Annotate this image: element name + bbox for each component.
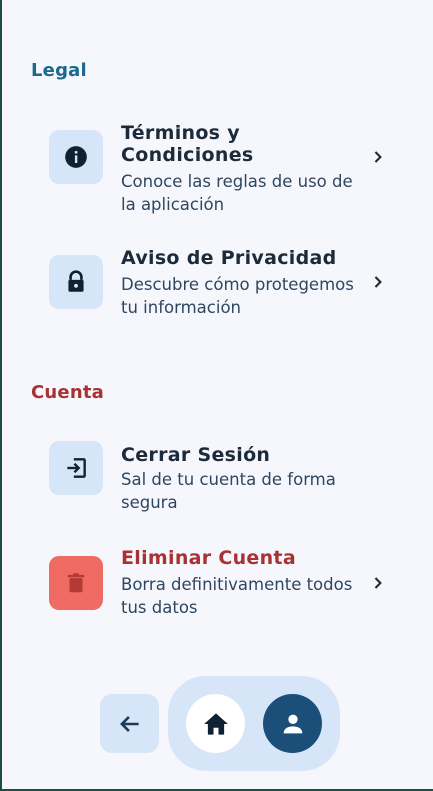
back-button[interactable] (100, 694, 159, 753)
menu-item-title: Términos y Condiciones (121, 122, 254, 166)
home-button[interactable] (186, 694, 245, 753)
menu-item-description: Sal de tu cuenta de forma segura (121, 470, 336, 512)
bottom-nav (168, 676, 340, 771)
arrow-left-icon (119, 715, 139, 732)
lock-icon (49, 255, 103, 309)
section-title-account: Cuenta (31, 382, 104, 403)
menu-item-delete-account[interactable]: Eliminar Cuenta Borra definitivamente to… (49, 547, 399, 619)
menu-item-title: Cerrar Sesión (121, 444, 271, 466)
menu-item-description: Conoce las reglas de uso de la aplicació… (121, 172, 353, 214)
settings-screen: Legal Términos y Condiciones Conoce las … (0, 0, 433, 791)
menu-item-title: Aviso de Privacidad (121, 247, 337, 269)
home-icon (203, 712, 228, 735)
menu-item-logout[interactable]: Cerrar Sesión Sal de tu cuenta de forma … (49, 441, 399, 512)
person-icon (283, 714, 302, 733)
section-title-legal: Legal (31, 60, 87, 81)
chevron-right-icon (374, 577, 382, 589)
logout-icon (49, 441, 103, 495)
menu-item-description: Borra definitivamente todos tus datos (121, 575, 353, 617)
profile-button[interactable] (263, 694, 322, 753)
menu-item-privacy[interactable]: Aviso de Privacidad Descubre cómo proteg… (49, 247, 399, 319)
chevron-right-icon (374, 276, 382, 288)
menu-item-title: Eliminar Cuenta (121, 547, 296, 569)
menu-item-terms[interactable]: Términos y Condiciones Conoce las reglas… (49, 122, 399, 214)
trash-icon (49, 556, 103, 610)
menu-item-description: Descubre cómo protegemos tu información (121, 275, 354, 317)
chevron-right-icon (374, 151, 382, 163)
info-icon (49, 130, 103, 184)
